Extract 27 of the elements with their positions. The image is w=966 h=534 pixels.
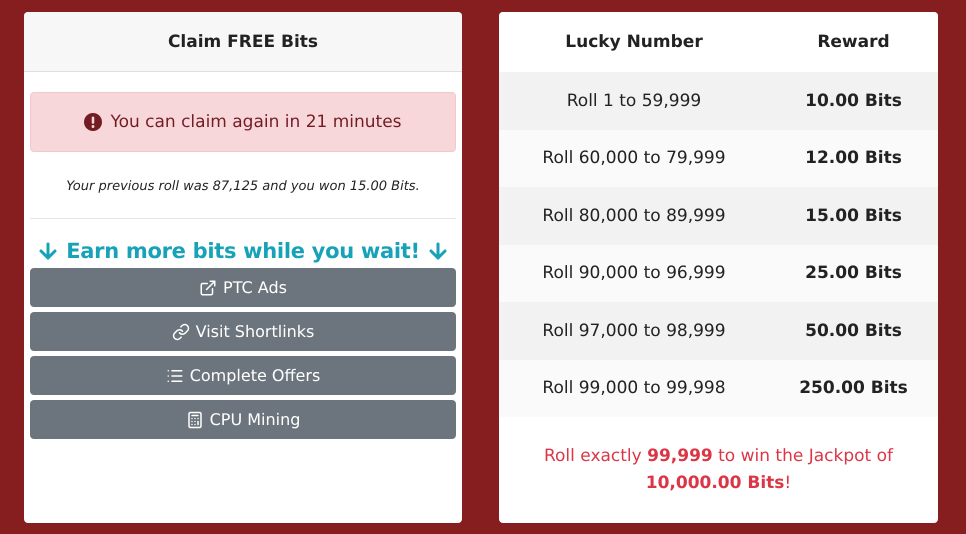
card-title: Claim FREE Bits	[24, 12, 462, 72]
earn-button[interactable]: PTC Ads	[30, 268, 456, 307]
table-cell: Roll 99,000 to 99,998	[542, 378, 726, 398]
table-cell: 50.00 Bits	[805, 320, 902, 341]
jackpot-text: Roll exactly 99,999 to win the Jackpot of 10,000.00 Bits!	[542, 445, 894, 496]
earn-button[interactable]: Visit Shortlinks	[30, 312, 456, 351]
table-cell: Roll 60,000 to 79,999	[542, 148, 726, 168]
table-cell: 15.00 Bits	[805, 206, 902, 226]
earn-button[interactable]: CPU Mining	[30, 400, 456, 439]
link-icon	[172, 322, 190, 340]
column-header: Reward	[817, 32, 890, 52]
calculator-icon	[186, 410, 204, 428]
external-link-icon	[199, 278, 218, 296]
table-cell: 10.00 Bits	[805, 90, 902, 111]
table-cell: Roll 1 to 59,999	[566, 90, 702, 111]
table-cell: Roll 80,000 to 89,999	[542, 206, 726, 226]
table-cell: 25.00 Bits	[805, 263, 902, 284]
alert-icon	[84, 113, 102, 131]
table-cell: Roll 97,000 to 98,999	[542, 320, 726, 341]
earn-heading: Earn more bits while you wait!	[66, 239, 420, 263]
previous-roll-text: Your previous roll was 87,125 and you won 15.00 Bits.	[30, 152, 456, 219]
earn-button[interactable]: Complete Offers	[30, 356, 456, 395]
column-header: Lucky Number	[565, 32, 703, 52]
table-cell: 250.00 Bits	[799, 378, 908, 398]
alert-text: You can claim again in 21 minutes	[110, 112, 402, 132]
table-cell: Roll 90,000 to 96,999	[542, 263, 726, 284]
table-cell: 12.00 Bits	[805, 148, 902, 168]
